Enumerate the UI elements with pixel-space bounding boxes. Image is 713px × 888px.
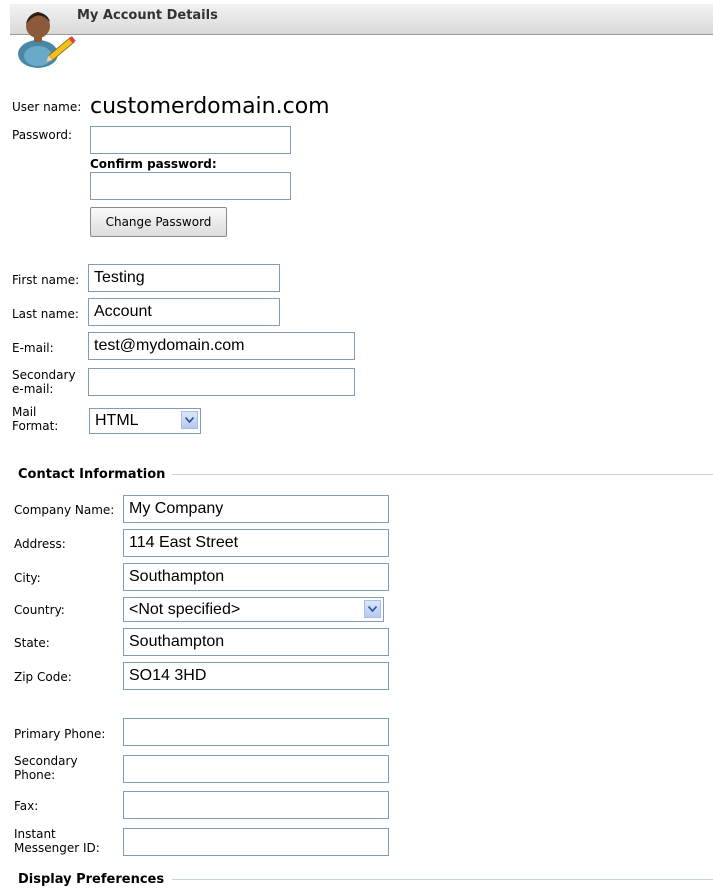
- password-label: Password:: [12, 128, 73, 142]
- secondary-phone-label-line2: Phone:: [14, 768, 56, 782]
- address-field[interactable]: 114 East Street: [123, 529, 389, 557]
- change-password-button[interactable]: Change Password: [90, 207, 227, 237]
- company-name-field[interactable]: My Company: [123, 495, 389, 523]
- contact-section-title: Contact Information: [18, 467, 172, 482]
- company-name-label: Company Name:: [14, 503, 115, 517]
- state-field[interactable]: Southampton: [123, 628, 389, 656]
- last-name-label: Last name:: [12, 307, 79, 321]
- first-name-field[interactable]: Testing: [88, 264, 280, 292]
- mail-format-label-line2: Format:: [12, 419, 59, 433]
- contact-section-divider: [172, 474, 713, 475]
- address-label: Address:: [14, 537, 66, 551]
- email-field[interactable]: test@mydomain.com: [88, 332, 355, 360]
- last-name-field[interactable]: Account: [88, 298, 280, 326]
- user-edit-icon: [8, 2, 76, 70]
- zip-code-field[interactable]: SO14 3HD: [123, 662, 389, 690]
- first-name-label: First name:: [12, 273, 80, 287]
- instant-messenger-label-line1: Instant: [14, 827, 56, 841]
- confirm-password-label: Confirm password:: [90, 157, 217, 171]
- instant-messenger-label: Instant Messenger ID:: [14, 827, 100, 855]
- city-label: City:: [14, 571, 41, 585]
- zip-code-label: Zip Code:: [14, 670, 72, 684]
- country-label: Country:: [14, 603, 65, 617]
- mail-format-value: HTML: [95, 412, 139, 429]
- country-value: <Not specified>: [129, 601, 241, 618]
- username-value: customerdomain.com: [90, 94, 330, 119]
- state-label: State:: [14, 636, 50, 650]
- fax-label: Fax:: [14, 799, 39, 813]
- chevron-down-icon[interactable]: [181, 411, 198, 429]
- page-title: My Account Details: [77, 8, 218, 23]
- fax-field[interactable]: [123, 791, 389, 819]
- confirm-password-field[interactable]: [90, 172, 291, 200]
- instant-messenger-field[interactable]: [123, 828, 389, 856]
- secondary-email-label-line2: e-mail:: [12, 382, 54, 396]
- password-field[interactable]: [90, 126, 291, 154]
- username-label: User name:: [12, 100, 82, 114]
- display-section-divider: [172, 879, 713, 880]
- country-select[interactable]: <Not specified>: [123, 597, 384, 622]
- chevron-down-icon[interactable]: [364, 600, 381, 618]
- display-section-title: Display Preferences: [18, 872, 171, 887]
- primary-phone-label: Primary Phone:: [14, 727, 106, 741]
- email-label: E-mail:: [12, 341, 54, 355]
- secondary-email-label: Secondary e-mail:: [12, 368, 76, 396]
- mail-format-select[interactable]: HTML: [89, 408, 201, 434]
- mail-format-label-line1: Mail: [12, 405, 37, 419]
- secondary-phone-field[interactable]: [123, 755, 389, 783]
- secondary-email-label-line1: Secondary: [12, 368, 76, 382]
- secondary-phone-label: Secondary Phone:: [14, 754, 78, 782]
- mail-format-label: Mail Format:: [12, 405, 58, 433]
- secondary-email-field[interactable]: [88, 368, 355, 396]
- city-field[interactable]: Southampton: [123, 563, 389, 591]
- secondary-phone-label-line1: Secondary: [14, 754, 78, 768]
- instant-messenger-label-line2: Messenger ID:: [14, 841, 100, 855]
- primary-phone-field[interactable]: [123, 718, 389, 746]
